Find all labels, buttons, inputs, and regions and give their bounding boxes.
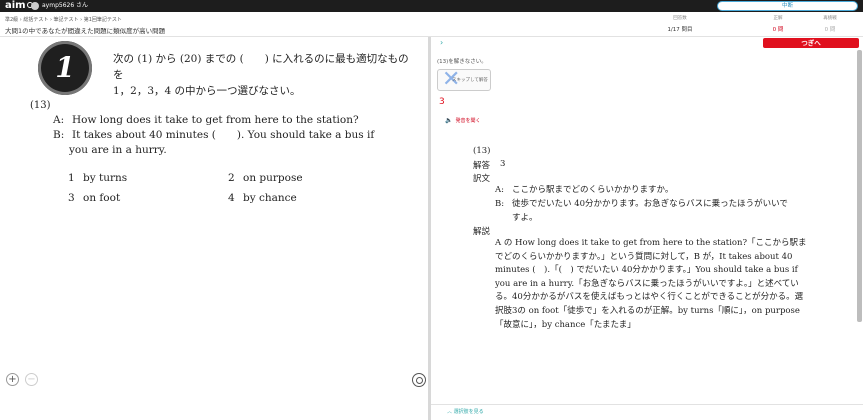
question-number: (13) [30,100,51,111]
option-number: 4 [228,192,235,204]
speaker-label: B: [53,129,65,141]
explanation-panel: (13) 解答 3 訳文 A: ここから駅までどのくらいかかりますか。 B: 徒… [460,136,850,404]
stat-value: 0 問 [772,27,784,33]
option-text: on purpose [243,172,303,184]
dialog-text: It takes about 40 minutes ( ). You shoul… [72,129,375,141]
chevron-up-icon: ︿ [447,409,454,415]
instruction-line: 1，2，3，4 の中から一つ選びなさい。 [113,85,301,97]
commentary-heading: 解説 [473,227,491,237]
translation-speaker: B: [495,199,505,209]
dialog-text: you are in a hurry. [69,144,167,156]
translation-text: ここから駅までどのくらいかかりますか。 [512,185,674,195]
suspend-button[interactable]: 中断 [717,1,858,11]
user-name: aymp5626 さん [42,2,89,9]
option-number: 2 [228,172,235,184]
scrollbar[interactable] [857,50,862,322]
instruction-line: 次の (1) から (20) までの ( ) に入れるのに最も適切なものを [113,53,409,81]
stat-label: 回答数 [673,16,687,21]
top-bar: aim aymp5626 さん 中断 [0,0,863,12]
panel-divider[interactable] [428,37,431,420]
translation-heading: 訳文 [473,174,491,184]
explanation-number: (13) [473,146,491,156]
speaker-label: A: [53,114,65,126]
question-number-badge: 1 [38,41,92,95]
user-avatar-icon [31,2,39,10]
translation-speaker: A: [495,185,505,195]
brand-logo: aim [5,0,33,12]
zoom-in-button[interactable]: + [6,373,19,386]
question-instruction: 次の (1) から (20) までの ( ) に入れるのに最も適切なものを 1，… [113,51,413,99]
option-text: by turns [83,172,128,184]
breadcrumb: 準2級 › 総括テスト › 筆記テスト › 第1回筆記テスト [5,17,122,23]
stat-answered: 回答数 1/17 問目 [650,15,710,33]
dialog-text: How long does it take to get from here t… [72,114,359,126]
scan-icon[interactable] [412,373,426,387]
option-text: on foot [83,192,121,204]
header-divider [0,36,863,37]
solve-prompt: (13)を解きなさい。 [437,59,487,65]
commentary-text: A の How long does it take to get from he… [495,238,807,330]
skip-answer-button[interactable]: ✕ スキップして解答 [437,67,491,92]
stat-value: 1/17 問目 [667,27,693,33]
show-options-label: 選択肢を見る [453,409,484,415]
stat-correct: 正解 0 問 [748,15,808,33]
audio-label: 発音を聞く [455,118,481,124]
chevron-right-icon[interactable]: › [440,38,443,47]
option-text: by chance [243,192,297,204]
answer-value: 3 [500,159,506,169]
option-number: 3 [68,192,75,204]
show-options-link[interactable]: ︿ 選択肢を見る [447,408,484,415]
stat-retry: 再挑戦 0 問 [800,15,860,33]
selected-answer: 3 [439,97,445,107]
translation-text: すよ。 [512,213,538,223]
zoom-out-button[interactable]: − [25,373,38,386]
page-title: 大問1の中であなたが間違えた問題に類似度が高い問題 [5,27,166,35]
translation-text: 徒歩でだいたい 40分かかります。お急ぎならバスに乗ったほうがいいで [512,199,788,209]
audio-button[interactable]: 🔈 発音を聞く [445,117,481,124]
bottom-bar [431,404,863,420]
answer-heading: 解答 [473,161,491,171]
stat-label: 正解 [773,16,783,21]
speaker-icon: 🔈 [445,117,453,124]
stat-label: 再挑戦 [823,16,837,21]
stat-value: 0 問 [824,27,836,33]
next-button[interactable]: つぎへ [763,38,859,48]
skip-label: スキップして解答 [452,78,488,83]
option-number: 1 [68,172,75,184]
